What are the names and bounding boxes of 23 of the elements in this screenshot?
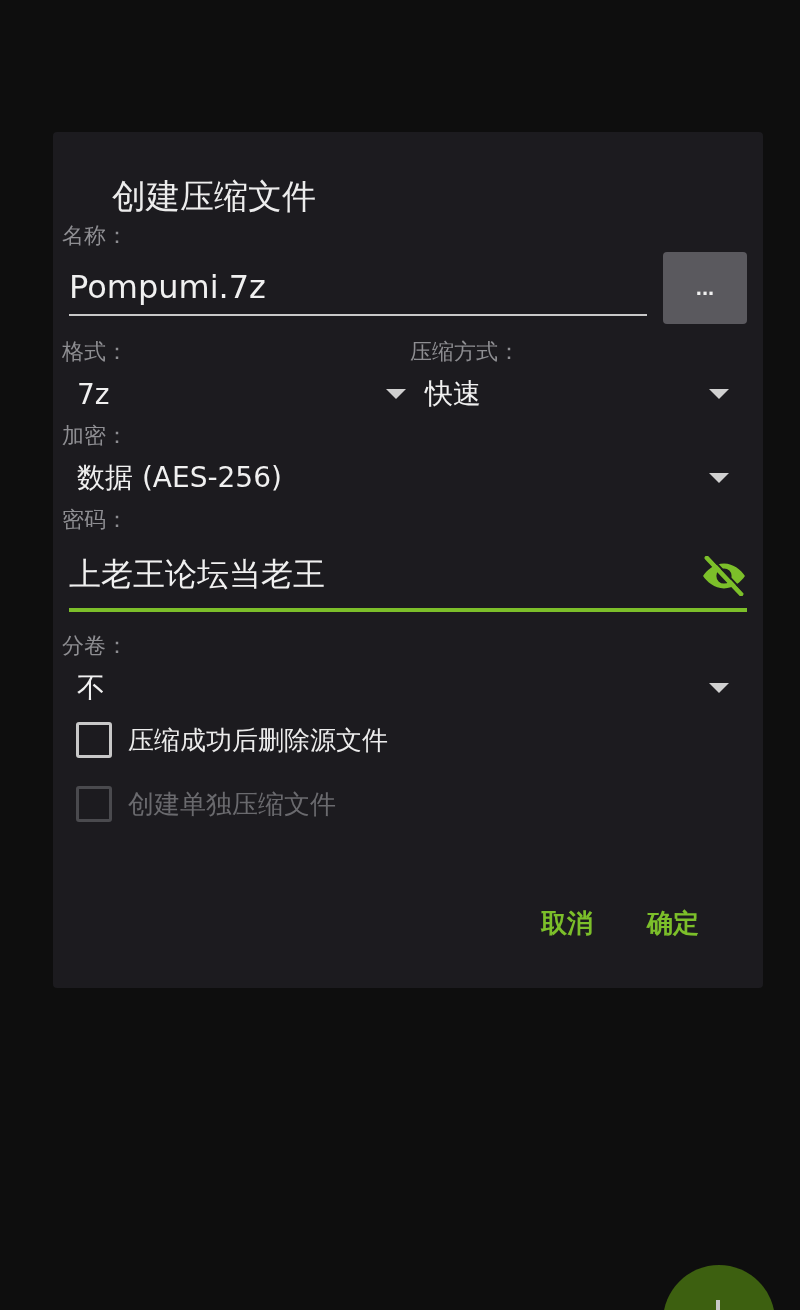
field-label: 格式： bbox=[62, 338, 129, 366]
field-label: 名称： bbox=[62, 222, 129, 250]
field-label: 加密： bbox=[62, 422, 129, 450]
field-label: 分卷： bbox=[62, 632, 129, 660]
checkbox-label: 压缩成功后删除源文件 bbox=[128, 723, 388, 757]
caret-icon bbox=[709, 683, 729, 693]
method-dropdown[interactable]: 快速 bbox=[410, 368, 747, 420]
caret-icon bbox=[386, 389, 406, 399]
dialog-title: 创建压缩文件 bbox=[112, 175, 317, 218]
checkbox-label: 创建单独压缩文件 bbox=[128, 787, 336, 821]
caret-icon bbox=[709, 389, 729, 399]
browse-button[interactable]: ... bbox=[663, 252, 747, 324]
split-dropdown[interactable]: 不 bbox=[62, 662, 747, 714]
format-dropdown[interactable]: 7z bbox=[62, 368, 410, 420]
field-label: 压缩方式： bbox=[410, 338, 521, 366]
caret-icon bbox=[709, 473, 729, 483]
field-label: 密码： bbox=[62, 506, 129, 534]
cancel-button[interactable]: 取消 bbox=[529, 898, 605, 949]
name-field[interactable]: Pompumi.7z bbox=[69, 258, 647, 316]
ok-button[interactable]: 确定 bbox=[635, 898, 711, 949]
encryption-dropdown[interactable]: 数据 (AES-256) bbox=[62, 452, 747, 504]
password-field[interactable]: 上老王论坛当老王 bbox=[69, 542, 747, 612]
eye-off-icon[interactable] bbox=[701, 556, 747, 596]
